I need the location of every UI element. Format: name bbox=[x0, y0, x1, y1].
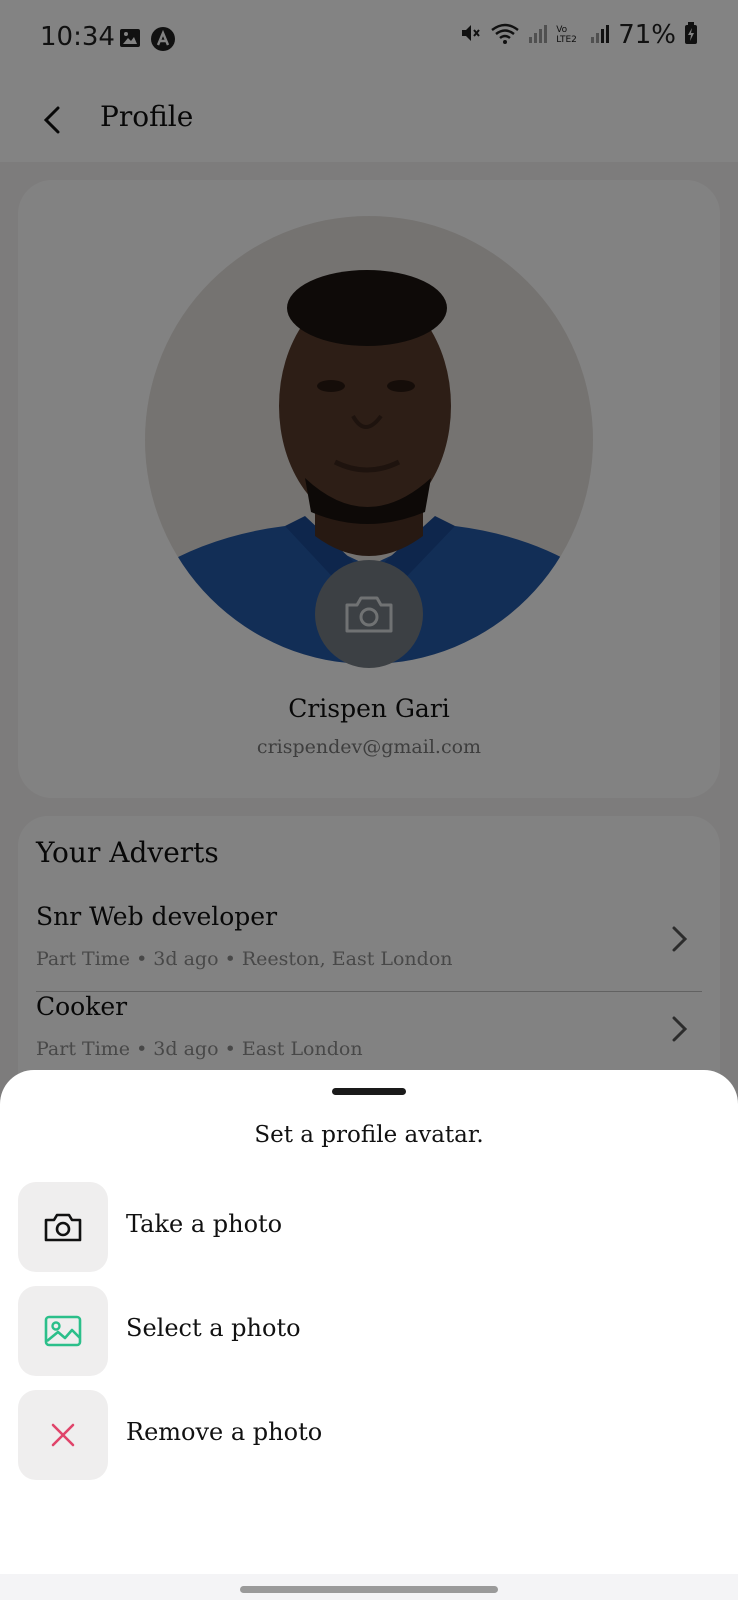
option-label: Remove a photo bbox=[126, 1418, 323, 1446]
take-photo-option[interactable]: Take a photo bbox=[18, 1182, 720, 1272]
image-icon bbox=[44, 1315, 82, 1347]
avatar-bottom-sheet: Set a profile avatar. Take a photo Selec… bbox=[0, 1070, 738, 1600]
camera-icon bbox=[44, 1213, 82, 1242]
sheet-title: Set a profile avatar. bbox=[254, 1122, 484, 1148]
option-icon-box bbox=[18, 1286, 108, 1376]
option-label: Select a photo bbox=[126, 1314, 301, 1342]
home-gesture-pill[interactable] bbox=[240, 1586, 498, 1593]
system-nav-bar bbox=[0, 1574, 738, 1600]
option-icon-box bbox=[18, 1182, 108, 1272]
option-icon-box bbox=[18, 1390, 108, 1480]
remove-photo-option[interactable]: Remove a photo bbox=[18, 1390, 720, 1480]
select-photo-option[interactable]: Select a photo bbox=[18, 1286, 720, 1376]
option-label: Take a photo bbox=[126, 1210, 283, 1238]
sheet-drag-handle[interactable] bbox=[332, 1088, 406, 1095]
close-icon bbox=[51, 1423, 75, 1447]
